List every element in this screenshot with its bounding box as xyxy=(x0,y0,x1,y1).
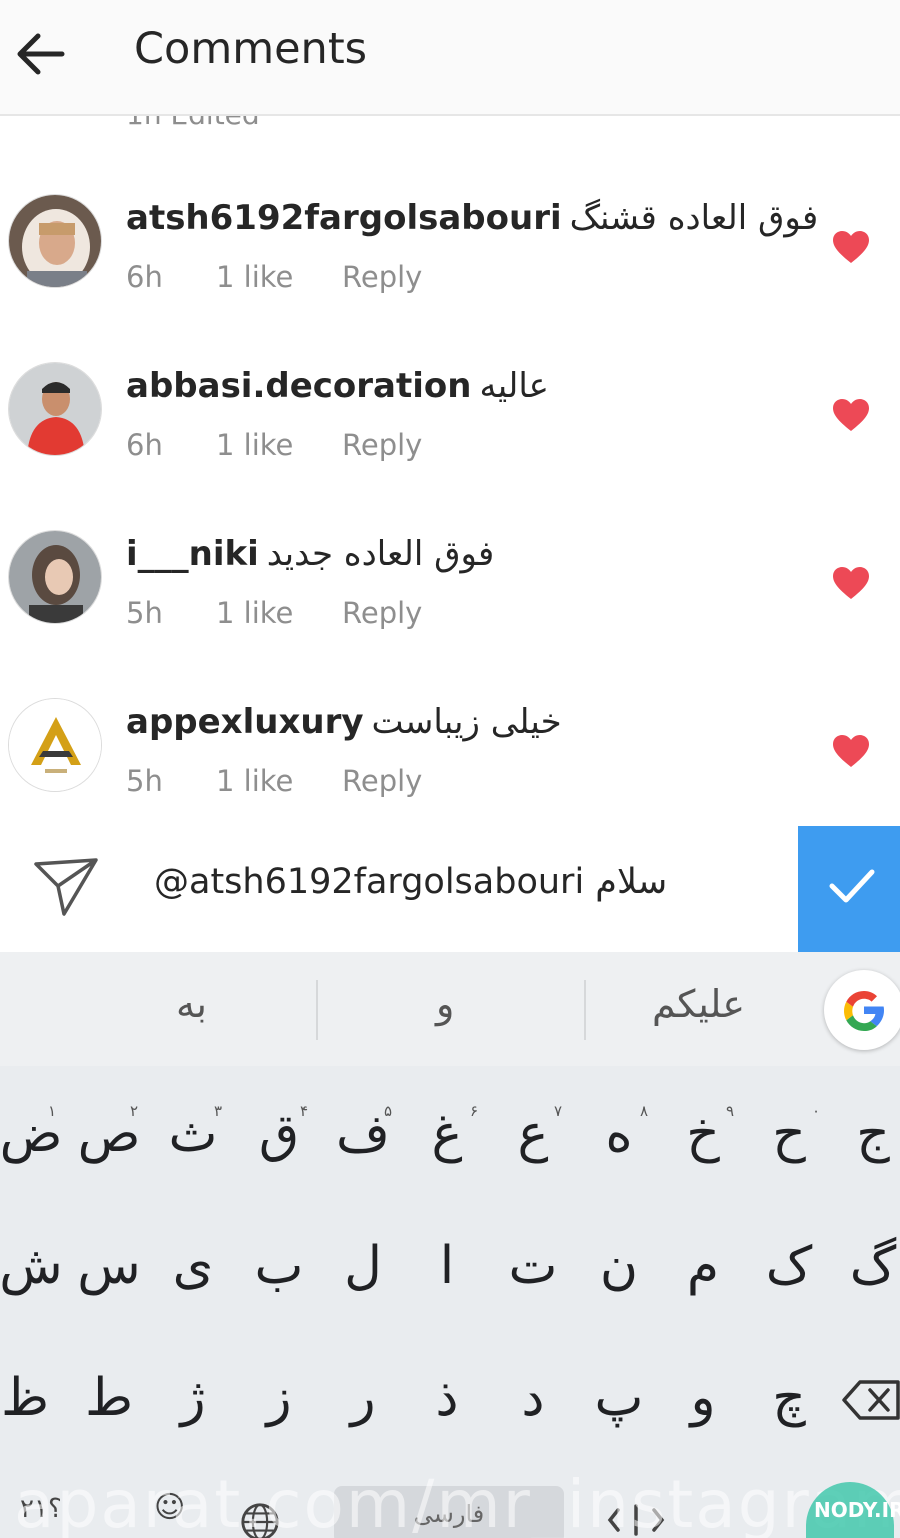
reply-button[interactable]: Reply xyxy=(342,764,422,798)
key[interactable]: ن xyxy=(576,1216,662,1316)
comment-text: فوق العاده قشنگ xyxy=(569,198,819,238)
key[interactable]: ب xyxy=(236,1216,322,1316)
comment-username[interactable]: atsh6192fargolsabouri xyxy=(126,198,562,238)
comment-likes[interactable]: 1 like xyxy=(216,260,342,294)
comment-username[interactable]: abbasi.decoration xyxy=(126,366,471,406)
key[interactable]: ه xyxy=(576,1084,662,1184)
key[interactable]: و xyxy=(660,1348,746,1448)
key-hint: ۷ xyxy=(554,1102,563,1120)
keyboard-suggestion-bar: به و علیکم xyxy=(0,952,900,1066)
keyboard-row-2: ش س ی ب ل ا ت ن م ک گ xyxy=(0,1216,900,1326)
keyboard-row-1: ض ص ث ق ف غ ع ه خ ح ج ۱ ۲ ۳ ۴ ۵ ۶ ۷ ۸ ۹ … xyxy=(0,1084,900,1194)
comment-username[interactable]: appexluxury xyxy=(126,702,364,742)
key-hint: ۸ xyxy=(640,1102,649,1120)
key[interactable]: ی xyxy=(150,1216,236,1316)
nody-logo: NODY.IR xyxy=(800,1480,900,1538)
key[interactable]: ز xyxy=(236,1348,322,1448)
key-hint: ۴ xyxy=(300,1102,309,1120)
key[interactable]: ث xyxy=(150,1084,236,1184)
key[interactable]: ل xyxy=(320,1216,406,1316)
comment-username[interactable]: i___niki xyxy=(126,534,259,574)
key-hint: ۹ xyxy=(726,1102,735,1120)
back-arrow-icon[interactable] xyxy=(12,26,68,82)
reply-button[interactable]: Reply xyxy=(342,428,422,462)
comment-likes[interactable]: 1 like xyxy=(216,428,342,462)
suggestion-item[interactable]: به xyxy=(176,982,207,1026)
comment-time: 6h xyxy=(126,428,163,462)
key[interactable]: ژ xyxy=(150,1348,236,1448)
key[interactable]: گ xyxy=(830,1216,900,1316)
checkmark-icon xyxy=(829,869,875,903)
google-button[interactable] xyxy=(824,970,900,1050)
key[interactable]: د xyxy=(490,1348,576,1448)
key[interactable]: ج xyxy=(830,1084,900,1184)
key-hint: ۰ xyxy=(812,1102,821,1120)
suggestion-item[interactable]: علیکم xyxy=(652,982,745,1026)
key[interactable]: م xyxy=(660,1216,746,1316)
comment-time: 5h xyxy=(126,764,163,798)
nody-logo-text: NODY.IR xyxy=(814,1498,900,1522)
key[interactable]: ظ xyxy=(0,1348,68,1448)
key[interactable]: ص xyxy=(66,1084,152,1184)
suggestion-item[interactable]: و xyxy=(436,982,454,1026)
key[interactable]: ع xyxy=(490,1084,576,1184)
page-title: Comments xyxy=(134,24,368,74)
backspace-icon[interactable] xyxy=(842,1378,900,1422)
key[interactable]: پ xyxy=(576,1348,662,1448)
key-hint: ۶ xyxy=(470,1102,479,1120)
direct-send-icon[interactable] xyxy=(32,856,100,918)
comment-input[interactable]: @atsh6192fargolsabouri سلام xyxy=(154,862,667,902)
comment-item: atsh6192fargolsabouri فوق العاده قشنگ 6h 1… xyxy=(0,194,900,344)
suggestion-divider xyxy=(584,980,586,1040)
avatar[interactable] xyxy=(8,194,102,288)
comment-likes[interactable]: 1 like xyxy=(216,596,342,630)
heart-icon[interactable] xyxy=(832,734,870,768)
reply-button[interactable]: Reply xyxy=(342,596,422,630)
keyboard-row-3: ظ ط ژ ز ر ذ د پ و چ xyxy=(0,1348,900,1458)
key[interactable]: ا xyxy=(404,1216,490,1316)
suggestion-divider xyxy=(316,980,318,1040)
key-hint: ۲ xyxy=(130,1102,139,1120)
key[interactable]: ذ xyxy=(404,1348,490,1448)
heart-icon[interactable] xyxy=(832,398,870,432)
heart-icon[interactable] xyxy=(832,566,870,600)
heart-icon[interactable] xyxy=(832,230,870,264)
comment-likes[interactable]: 1 like xyxy=(216,764,342,798)
key[interactable]: ح xyxy=(746,1084,832,1184)
avatar[interactable] xyxy=(8,530,102,624)
key[interactable]: ض xyxy=(0,1084,74,1184)
key[interactable]: ر xyxy=(320,1348,406,1448)
key[interactable]: ق xyxy=(236,1084,322,1184)
key-hint: ۱ xyxy=(48,1102,57,1120)
google-g-icon xyxy=(844,991,884,1031)
key[interactable]: چ xyxy=(746,1348,832,1448)
post-comment-button[interactable] xyxy=(798,826,900,952)
avatar[interactable] xyxy=(8,698,102,792)
key-hint: ۳ xyxy=(214,1102,223,1120)
comment-text: خیلی زیباست xyxy=(371,702,562,742)
comment-composer: @atsh6192fargolsabouri سلام xyxy=(0,826,900,952)
key[interactable]: ک xyxy=(746,1216,832,1316)
comment-time: 6h xyxy=(126,260,163,294)
key[interactable]: ت xyxy=(490,1216,576,1316)
comment-text: عالیه xyxy=(479,366,549,406)
key-hint: ۵ xyxy=(384,1102,393,1120)
avatar[interactable] xyxy=(8,362,102,456)
key[interactable]: س xyxy=(66,1216,152,1316)
reply-button[interactable]: Reply xyxy=(342,260,422,294)
comment-item: abbasi.decoration عالیه 6h 1 like Reply xyxy=(0,362,900,512)
watermark-text: aparat.com/mr_instagram xyxy=(14,1466,900,1538)
key[interactable]: غ xyxy=(404,1084,490,1184)
comment-text: فوق العاده جدید xyxy=(266,534,495,574)
key[interactable]: ف xyxy=(320,1084,406,1184)
comment-time: 5h xyxy=(126,596,163,630)
app-header: Comments xyxy=(0,0,900,116)
key[interactable]: ط xyxy=(66,1348,152,1448)
key[interactable]: ش xyxy=(0,1216,74,1316)
comment-item: i___niki فوق العاده جدید 5h 1 like Reply xyxy=(0,530,900,680)
key[interactable]: خ xyxy=(660,1084,746,1184)
